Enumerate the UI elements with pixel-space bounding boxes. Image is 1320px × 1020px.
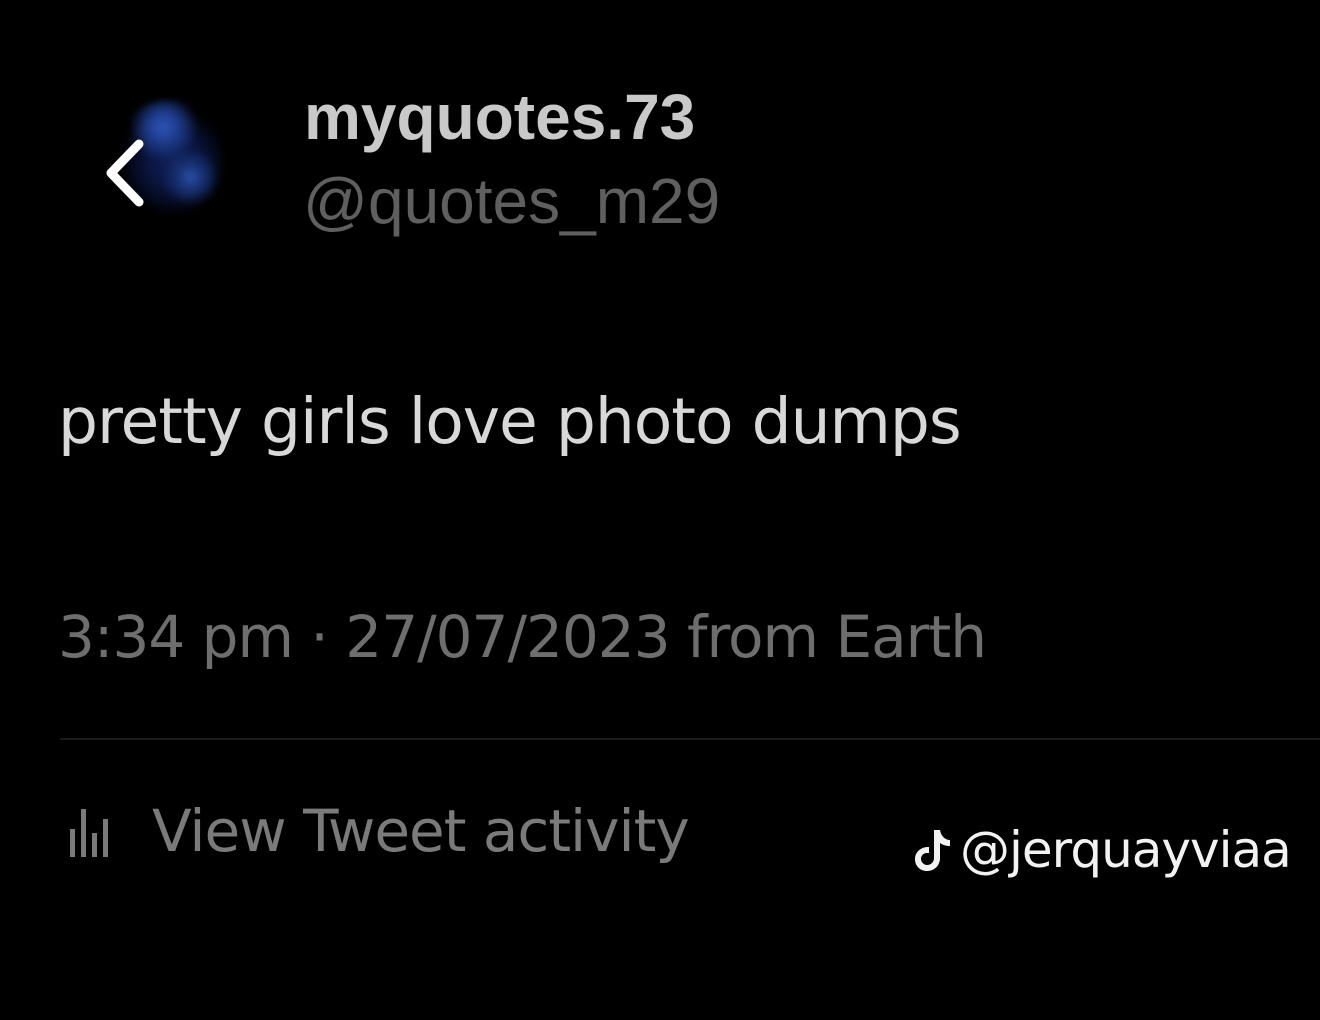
- display-name[interactable]: myquotes.73: [304, 80, 695, 154]
- divider: [60, 738, 1320, 740]
- watermark: @jerquayviaa: [912, 818, 1292, 882]
- watermark-handle: @jerquayviaa: [960, 821, 1292, 879]
- view-tweet-activity-link[interactable]: View Tweet activity: [64, 795, 690, 867]
- tiktok-icon: [915, 830, 950, 871]
- tweet-timestamp: 3:34 pm · 27/07/2023 from Earth: [58, 603, 987, 671]
- chevron-left-icon: [106, 139, 144, 207]
- tweet-text: pretty girls love photo dumps: [58, 385, 962, 458]
- user-handle[interactable]: @quotes_m29: [303, 164, 720, 238]
- tweet-detail-screen: myquotes.73 @quotes_m29 pretty girls lov…: [0, 0, 1320, 1020]
- bar-chart-icon: [64, 803, 122, 859]
- activity-label: View Tweet activity: [152, 797, 690, 865]
- back-button[interactable]: [88, 128, 164, 218]
